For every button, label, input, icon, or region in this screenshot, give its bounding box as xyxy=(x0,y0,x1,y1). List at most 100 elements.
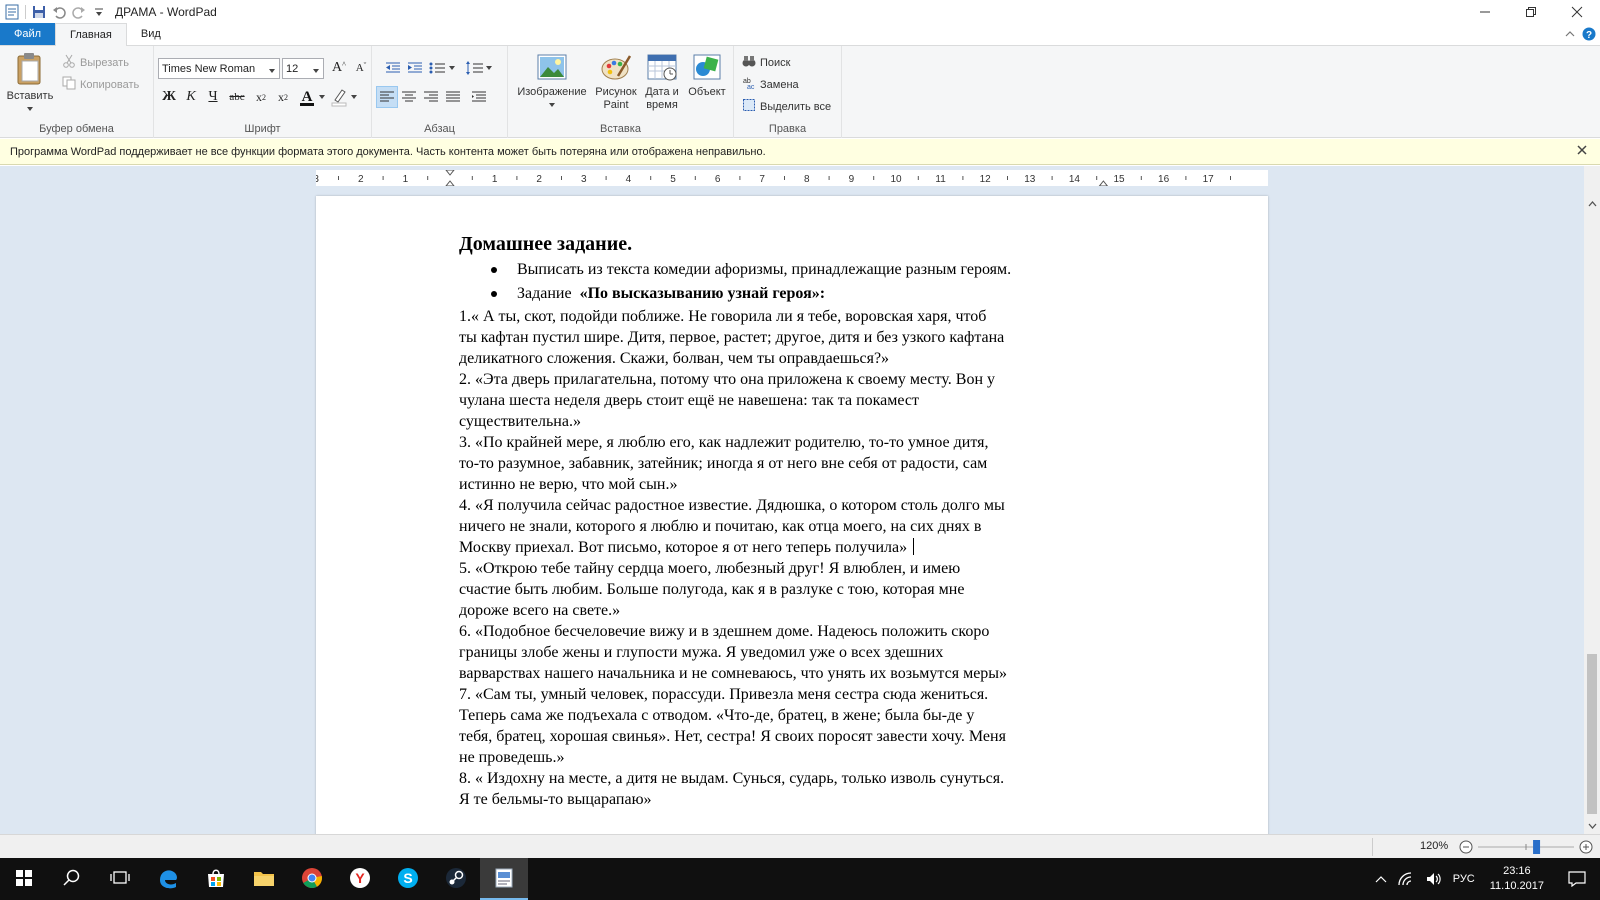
help-icon[interactable]: ? xyxy=(1582,27,1596,44)
task-view-button[interactable] xyxy=(96,858,144,900)
paragraph-group-label: Абзац xyxy=(424,123,455,135)
insert-object-label: Объект xyxy=(688,86,726,98)
document-line: ничего не знали, которого я люблю и почи… xyxy=(459,518,982,535)
infobar-message: Программа WordPad поддерживает не все фу… xyxy=(10,145,766,158)
left-indent-marker[interactable] xyxy=(445,170,455,186)
save-icon[interactable] xyxy=(29,2,49,22)
taskbar-app-edge[interactable] xyxy=(144,858,192,900)
document-area: 3 2 1 1 2 3 4 5 6 7 8 9 10 11 12 13 14 15 16 17 Домашнее за… xyxy=(0,166,1584,834)
minimize-button[interactable] xyxy=(1462,0,1508,24)
start-button[interactable] xyxy=(0,858,48,900)
undo-icon[interactable] xyxy=(49,2,69,22)
text-color-button[interactable]: A xyxy=(298,86,328,108)
strikethrough-button[interactable]: abc xyxy=(226,86,248,108)
document-content[interactable]: Домашнее задание. Выписать из текста ком… xyxy=(459,232,1129,810)
customize-qat-icon[interactable] xyxy=(89,2,109,22)
shrink-font-icon[interactable]: Aˇ xyxy=(350,57,372,79)
justify-icon[interactable] xyxy=(442,86,464,108)
font-size-select[interactable]: 12 xyxy=(282,58,324,79)
font-family-select[interactable]: Times New Roman xyxy=(158,58,280,79)
bold-button[interactable]: Ж xyxy=(158,86,180,108)
paste-button[interactable]: Вставить xyxy=(6,52,54,116)
tab-file[interactable]: Файл xyxy=(0,23,55,45)
replace-icon: ab ac xyxy=(742,76,756,93)
scrollbar-thumb[interactable] xyxy=(1587,654,1597,814)
group-editing: Поиск ab ac Замена Выделить все Правка xyxy=(734,46,842,138)
paste-dropdown-icon[interactable] xyxy=(26,103,34,116)
decrease-indent-icon[interactable] xyxy=(382,57,404,79)
input-language[interactable]: РУС xyxy=(1448,873,1480,885)
cut-button[interactable]: Вырезать xyxy=(62,54,129,71)
taskbar-app-yandex[interactable]: Y xyxy=(336,858,384,900)
paint-drawing-button[interactable]: Рисунок Paint xyxy=(592,52,640,112)
replace-button[interactable]: ab ac Замена xyxy=(742,76,799,93)
close-button[interactable] xyxy=(1554,0,1600,24)
select-all-button[interactable]: Выделить все xyxy=(742,98,831,115)
taskbar-app-skype[interactable]: S xyxy=(384,858,432,900)
bullet-list-icon[interactable] xyxy=(428,57,458,79)
superscript-icon[interactable]: x2 xyxy=(272,86,294,108)
network-icon[interactable] xyxy=(1392,871,1420,887)
ruler-label: 11 xyxy=(935,174,946,185)
notifications-icon[interactable] xyxy=(1554,871,1600,887)
grow-font-icon[interactable]: A ^ xyxy=(328,57,350,79)
restore-button[interactable] xyxy=(1508,0,1554,24)
increase-indent-icon[interactable] xyxy=(404,57,426,79)
wordpad-app-icon[interactable] xyxy=(2,2,22,22)
document-line: границы злобе жены и глупости мужа. Я ув… xyxy=(459,644,944,661)
scroll-up-icon[interactable] xyxy=(1584,196,1600,212)
document-line: 8. « Издохну на месте, а дитя не выдам. … xyxy=(459,770,1005,787)
highlight-color-button[interactable] xyxy=(330,86,360,108)
document-heading: Домашнее задание. xyxy=(459,233,633,255)
ruler-label: 5 xyxy=(670,174,676,185)
search-icon xyxy=(63,869,81,890)
redo-icon[interactable] xyxy=(69,2,89,22)
tab-home[interactable]: Главная xyxy=(55,23,127,46)
document-line: варварствах нашего начальника и не сомне… xyxy=(459,665,1008,682)
select-all-icon xyxy=(742,98,756,115)
ruler-label: 10 xyxy=(890,174,902,185)
ruler-label: 15 xyxy=(1113,174,1125,185)
subscript-icon[interactable]: x2 xyxy=(250,86,272,108)
document-line: 6. «Подобное бесчеловечие вижу и в здешн… xyxy=(459,623,990,640)
zoom-thumb[interactable] xyxy=(1533,840,1541,854)
volume-icon[interactable] xyxy=(1420,871,1448,887)
right-indent-marker[interactable] xyxy=(1098,180,1109,186)
document-page[interactable]: Домашнее задание. Выписать из текста ком… xyxy=(316,196,1268,834)
find-label: Поиск xyxy=(760,56,791,69)
document-line: 2. «Эта дверь прилагательна, потому что … xyxy=(459,371,995,388)
taskbar-app-chrome[interactable] xyxy=(288,858,336,900)
align-left-icon[interactable] xyxy=(376,86,398,108)
ruler[interactable]: 3 2 1 1 2 3 4 5 6 7 8 9 10 11 12 13 14 15 16 17 xyxy=(316,170,1268,186)
taskbar-app-steam[interactable] xyxy=(432,858,480,900)
minimize-ribbon-icon[interactable] xyxy=(1564,29,1576,42)
ruler-label: 7 xyxy=(759,174,765,185)
object-icon xyxy=(691,52,723,86)
paragraph-settings-icon[interactable] xyxy=(468,86,490,108)
taskbar-app-wordpad[interactable] xyxy=(480,858,528,900)
date-time-button[interactable]: Дата и время xyxy=(640,52,684,112)
find-button[interactable]: Поиск xyxy=(742,54,790,71)
line-spacing-icon[interactable] xyxy=(464,57,494,79)
ruler-label: 4 xyxy=(626,174,632,185)
close-icon[interactable] xyxy=(1576,144,1588,159)
taskbar-app-explorer[interactable] xyxy=(240,858,288,900)
ruler-label: 14 xyxy=(1069,174,1081,185)
insert-image-button[interactable]: Изображение xyxy=(514,52,590,112)
clock[interactable]: 23:16 11.10.2017 xyxy=(1480,864,1554,894)
scroll-down-icon[interactable] xyxy=(1584,818,1600,834)
zoom-slider[interactable] xyxy=(1458,839,1594,855)
italic-button[interactable]: К xyxy=(180,86,202,108)
clock-time: 23:16 xyxy=(1503,865,1531,877)
cut-label: Вырезать xyxy=(80,56,129,69)
taskbar-app-store[interactable] xyxy=(192,858,240,900)
insert-object-button[interactable]: Объект xyxy=(684,52,730,99)
copy-button[interactable]: Копировать xyxy=(62,76,139,93)
align-center-icon[interactable] xyxy=(398,86,420,108)
show-hidden-icons-icon[interactable] xyxy=(1370,875,1392,883)
tab-view[interactable]: Вид xyxy=(127,23,175,45)
vertical-scrollbar[interactable] xyxy=(1584,166,1600,834)
align-right-icon[interactable] xyxy=(420,86,442,108)
underline-button[interactable]: Ч xyxy=(202,86,224,108)
search-button[interactable] xyxy=(48,858,96,900)
